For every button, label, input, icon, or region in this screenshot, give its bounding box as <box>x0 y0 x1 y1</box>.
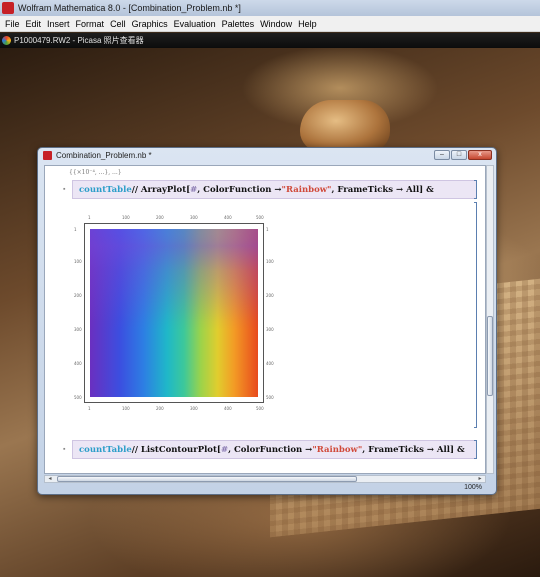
tick-label: 200 <box>74 293 82 298</box>
window-controls: – □ x <box>434 150 492 160</box>
tick-label: 500 <box>74 395 82 400</box>
code-text: , FrameTicks → All] & <box>362 444 465 455</box>
scroll-right-arrow-icon[interactable]: ▸ <box>476 475 484 482</box>
cell-bracket[interactable] <box>474 180 477 199</box>
menu-file[interactable]: File <box>2 19 23 29</box>
code-string: "Rainbow" <box>312 444 363 455</box>
notebook-window: Combination_Problem.nb * – □ x {{×10⁻⁴, … <box>37 147 497 495</box>
symbol-countTable: countTable <box>79 184 132 195</box>
picasa-title: P1000479.RW2 - Picasa 照片查看器 <box>14 36 144 45</box>
tick-label: 1 <box>88 215 91 220</box>
close-button[interactable]: x <box>468 150 492 160</box>
symbol-countTable: countTable <box>79 444 132 455</box>
tick-label: 100 <box>122 406 130 411</box>
code-string: "Rainbow" <box>281 184 332 195</box>
menu-bar: File Edit Insert Format Cell Graphics Ev… <box>0 16 540 32</box>
picasa-title-bar: P1000479.RW2 - Picasa 照片查看器 <box>0 33 540 48</box>
menu-graphics[interactable]: Graphics <box>129 19 171 29</box>
output-text: {{×10⁻⁴, ...}, ...} <box>69 169 122 176</box>
tick-label: 400 <box>224 406 232 411</box>
tick-label: 200 <box>156 215 164 220</box>
horizontal-scrollbar[interactable]: ◂ ▸ <box>44 475 486 483</box>
code-text: , ColorFunction → <box>228 444 313 455</box>
tick-label: 200 <box>156 406 164 411</box>
main-title-bar: Wolfram Mathematica 8.0 - [Combination_P… <box>0 0 540 16</box>
code-text: // ListContourPlot[ <box>131 444 221 455</box>
tick-label: 100 <box>122 215 130 220</box>
mathematica-icon <box>2 2 14 14</box>
notebook-status-bar: 100% <box>44 484 486 494</box>
notebook-icon <box>43 150 52 160</box>
maximize-button[interactable]: □ <box>451 150 467 160</box>
menu-insert[interactable]: Insert <box>44 19 73 29</box>
tick-label: 300 <box>266 327 274 332</box>
tick-label: 1 <box>88 406 91 411</box>
menu-format[interactable]: Format <box>73 19 108 29</box>
tick-label: 300 <box>74 327 82 332</box>
menu-evaluation[interactable]: Evaluation <box>171 19 219 29</box>
main-window-title: Wolfram Mathematica 8.0 - [Combination_P… <box>18 3 241 13</box>
code-text: , ColorFunction → <box>197 184 282 195</box>
zoom-level[interactable]: 100% <box>464 484 482 491</box>
tick-label: 400 <box>266 361 274 366</box>
output-cell-bracket[interactable] <box>474 202 477 428</box>
vertical-scroll-thumb[interactable] <box>487 316 493 396</box>
tick-label: 1 <box>74 227 77 232</box>
menu-help[interactable]: Help <box>295 19 320 29</box>
cell-marker: ▪ <box>63 446 66 453</box>
tick-label: 500 <box>256 215 264 220</box>
notebook-title: Combination_Problem.nb * <box>56 150 152 160</box>
tick-label: 1 <box>266 227 269 232</box>
menu-edit[interactable]: Edit <box>23 19 45 29</box>
code-slot: # <box>220 444 229 455</box>
code-text: , FrameTicks → All] & <box>331 184 434 195</box>
plot-frame <box>84 223 264 403</box>
tick-label: 100 <box>74 259 82 264</box>
cell-bracket[interactable] <box>474 440 477 459</box>
input-cell-arrayplot[interactable]: countTable // ArrayPlot[ # , ColorFuncti… <box>72 180 477 199</box>
photo-relic <box>300 100 390 152</box>
tick-label: 400 <box>74 361 82 366</box>
vertical-scrollbar[interactable] <box>486 165 494 474</box>
tick-label: 200 <box>266 293 274 298</box>
menu-palettes[interactable]: Palettes <box>219 19 258 29</box>
rainbow-array-image <box>90 229 258 397</box>
horizontal-scroll-thumb[interactable] <box>57 476 357 482</box>
scroll-left-arrow-icon[interactable]: ◂ <box>46 475 54 482</box>
notebook-content[interactable]: {{×10⁻⁴, ...}, ...} ▪ countTable // Arra… <box>44 165 486 474</box>
menu-cell[interactable]: Cell <box>107 19 129 29</box>
minimize-button[interactable]: – <box>434 150 450 160</box>
tick-label: 500 <box>256 406 264 411</box>
code-slot: # <box>190 184 198 195</box>
input-cell-listcontourplot[interactable]: countTable // ListContourPlot[ # , Color… <box>72 440 477 459</box>
tick-label: 400 <box>224 215 232 220</box>
tick-label: 300 <box>190 215 198 220</box>
picasa-icon <box>2 36 11 45</box>
tick-label: 500 <box>266 395 274 400</box>
array-plot-output[interactable]: 1 100 200 300 400 500 1 100 200 300 400 … <box>74 213 276 411</box>
tick-label: 300 <box>190 406 198 411</box>
tick-label: 100 <box>266 259 274 264</box>
code-text: // ArrayPlot[ <box>131 184 191 195</box>
notebook-title-bar[interactable]: Combination_Problem.nb * <box>38 148 496 162</box>
cell-marker: ▪ <box>63 186 66 193</box>
menu-window[interactable]: Window <box>257 19 295 29</box>
